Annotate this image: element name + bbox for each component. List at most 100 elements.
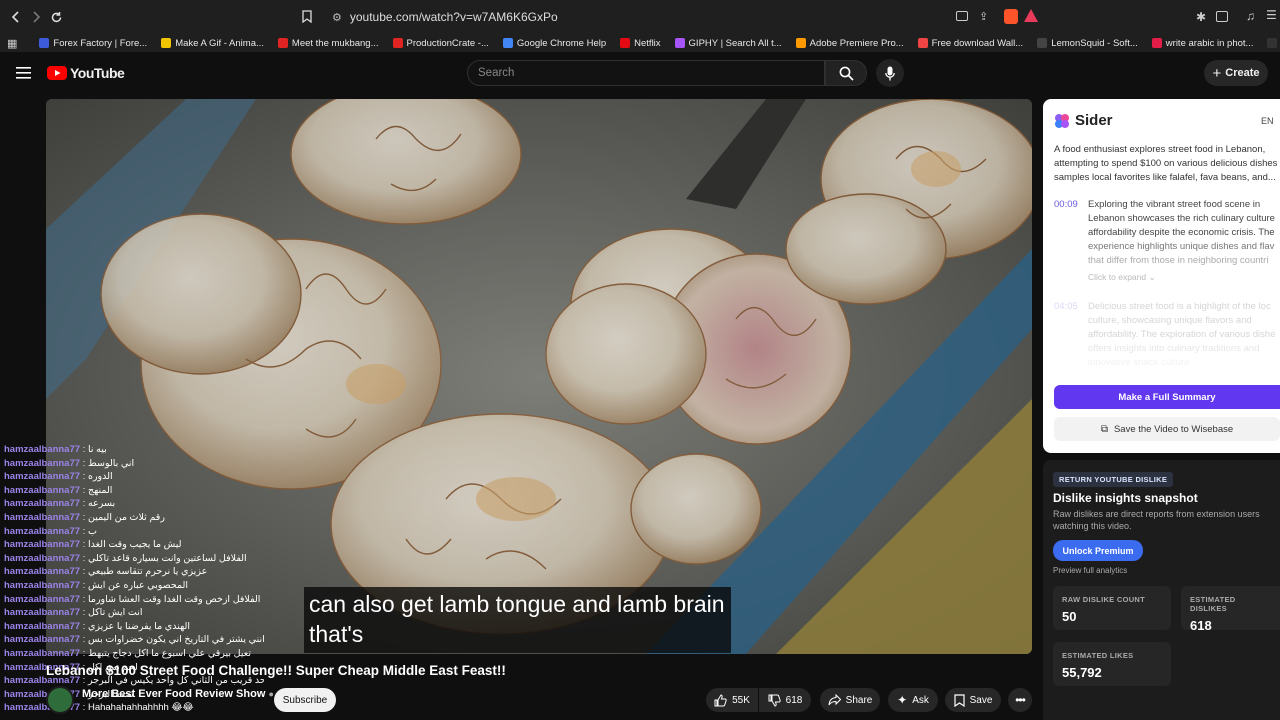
chat-message: hamzaalbanna77 : بيه نا bbox=[4, 443, 264, 457]
chat-username: hamzaalbanna77 bbox=[4, 552, 81, 564]
more-icon: ••• bbox=[1015, 693, 1026, 707]
chat-separator: : bbox=[80, 457, 88, 469]
chat-message: hamzaalbanna77 : عزيزي يا نرحرم تتقاسه ط… bbox=[4, 565, 264, 579]
channel-name[interactable]: More Best Ever Food Review Show ● bbox=[82, 688, 274, 700]
forward-icon[interactable] bbox=[26, 7, 46, 27]
save-icon bbox=[953, 693, 965, 707]
bookmark-item[interactable]: Netflix bbox=[620, 37, 661, 49]
bookmarks-bar: ▦ Forex Factory | Fore... Make A Gif - An… bbox=[0, 34, 1280, 52]
make-full-summary-button[interactable]: Make a Full Summary bbox=[1054, 385, 1280, 409]
language-selector[interactable]: EN bbox=[1261, 116, 1274, 126]
chat-separator: : bbox=[80, 525, 88, 537]
media-icon[interactable]: ♫ bbox=[1246, 9, 1255, 23]
search-icon bbox=[839, 66, 854, 81]
summary-line: samples local favorites like falafel, fa… bbox=[1054, 172, 1276, 183]
bookmark-favicon-icon bbox=[1151, 38, 1162, 48]
unlock-premium-button[interactable]: Unlock Premium bbox=[1053, 540, 1143, 561]
bookmark-label: GIPHY | Search All t... bbox=[688, 37, 782, 49]
chat-separator: : bbox=[80, 444, 88, 455]
chat-message: hamzaalbanna77 : الدوره bbox=[4, 470, 264, 484]
share-page-icon[interactable]: ⇪ bbox=[979, 10, 988, 23]
search-input[interactable]: Search bbox=[467, 60, 825, 86]
click-to-expand[interactable]: Click to expand ⌄ bbox=[1088, 270, 1280, 284]
youtube-play-icon bbox=[47, 66, 67, 80]
apps-icon[interactable]: ▦ bbox=[7, 37, 17, 50]
text-line: offers insights into culinary traditions… bbox=[1088, 343, 1260, 354]
preview-analytics-link[interactable]: Preview full analytics bbox=[1053, 566, 1127, 575]
text-line: Lebanon showcases the rich culinary cult… bbox=[1088, 213, 1275, 224]
share-button[interactable]: Share bbox=[820, 688, 880, 712]
bookmark-item[interactable]: ProductionCrate -... bbox=[392, 38, 489, 49]
estimated-dislikes-stat: ESTIMATED DISLIKES 618 bbox=[1181, 586, 1280, 633]
more-actions-button[interactable]: ••• bbox=[1008, 688, 1032, 712]
brave-rewards-icon[interactable] bbox=[1024, 9, 1038, 22]
bookmark-item[interactable]: MATESFX - Unlimite... bbox=[1267, 38, 1280, 49]
extensions-icon[interactable]: ✱ bbox=[1196, 10, 1206, 24]
url-text: youtube.com/watch?v=w7AM6K6GxPo bbox=[349, 10, 558, 24]
chat-separator: : bbox=[80, 566, 88, 578]
search-placeholder: Search bbox=[478, 67, 515, 79]
summary-item-1[interactable]: 00:09 Exploring the vibrant street food … bbox=[1054, 198, 1280, 288]
bookmark-item[interactable]: Google Chrome Help bbox=[502, 38, 606, 49]
channel-avatar[interactable] bbox=[46, 686, 74, 714]
bookmark-favicon-icon bbox=[1037, 38, 1048, 48]
voice-search-button[interactable] bbox=[876, 59, 904, 87]
search-button[interactable] bbox=[825, 60, 867, 86]
back-icon[interactable] bbox=[6, 7, 26, 27]
hamburger-menu-icon[interactable] bbox=[16, 66, 31, 84]
stat-value: 50 bbox=[1062, 609, 1077, 624]
chat-separator: : bbox=[80, 484, 88, 496]
bookmark-item[interactable]: Meet the mukbang... bbox=[277, 38, 379, 49]
bookmark-favicon-icon bbox=[795, 38, 806, 48]
chat-message: hamzaalbanna77 : ب bbox=[4, 525, 264, 539]
bookmark-label: Netflix bbox=[634, 37, 661, 49]
chat-message: hamzaalbanna77 : انت ايش تاكل bbox=[4, 606, 264, 620]
bookmark-item[interactable]: GIPHY | Search All t... bbox=[674, 37, 782, 49]
chat-separator: : bbox=[80, 471, 88, 483]
summary-line: attempting to spend $100 on various deli… bbox=[1054, 158, 1278, 169]
bookmark-item[interactable]: Make A Gif - Anima... bbox=[161, 38, 264, 49]
sidebar-toggle-icon[interactable] bbox=[1216, 11, 1228, 22]
summary-item-text: Exploring the vibrant street food scene … bbox=[1088, 198, 1280, 284]
stat-label: RAW DISLIKE COUNT bbox=[1062, 595, 1146, 604]
bookmark-favicon-icon bbox=[39, 38, 50, 48]
create-button[interactable]: + Create bbox=[1204, 60, 1268, 86]
chat-separator: : bbox=[80, 498, 88, 510]
sider-brand: Sider bbox=[1075, 112, 1113, 129]
chat-message: hamzaalbanna77 : الفلافل ازخص وقت الغدا … bbox=[4, 593, 264, 607]
chat-separator: : bbox=[80, 579, 88, 591]
save-to-wisebase-button[interactable]: ⧉ Save the Video to Wisebase bbox=[1054, 417, 1280, 441]
chat-text: الفلافل ازخص وقت الغدا وقت العشا شاورما bbox=[87, 593, 261, 605]
bookmark-item[interactable]: Adobe Premiere Pro... bbox=[795, 37, 904, 49]
bookmark-item[interactable]: write arabic in phot... bbox=[1151, 38, 1253, 49]
chat-separator: : bbox=[80, 620, 88, 632]
reload-icon[interactable] bbox=[46, 7, 66, 27]
bookmark-favicon-icon bbox=[161, 38, 172, 48]
address-bar[interactable]: ⚙ youtube.com/watch?v=w7AM6K6GxPo bbox=[322, 5, 1046, 29]
timestamp-link[interactable]: 00:09 bbox=[1054, 198, 1078, 212]
bookmark-item[interactable]: Forex Factory | Fore... bbox=[39, 38, 147, 49]
chat-text: تعيل بيرقي علي اسبوع ما اكل دجاج يتبهط bbox=[87, 647, 251, 659]
youtube-logo[interactable]: YouTube bbox=[47, 65, 125, 81]
chat-separator: : bbox=[80, 702, 88, 714]
ryd-panel: RETURN YOUTUBE DISLIKE Dislike insights … bbox=[1043, 460, 1280, 720]
dislike-button[interactable]: 618 bbox=[759, 688, 811, 712]
bookmark-item[interactable]: LemonSquid - Soft... bbox=[1037, 38, 1138, 49]
brave-shield-icon[interactable] bbox=[1004, 9, 1018, 24]
bookmark-label: Adobe Premiere Pro... bbox=[809, 37, 904, 49]
chat-text: انني يشتر في التاريخ اني يكون خضراوات بس bbox=[87, 634, 264, 646]
site-info-icon[interactable]: ⚙ bbox=[332, 11, 342, 24]
cast-icon[interactable] bbox=[956, 11, 968, 21]
timestamp-link[interactable]: 04:05 bbox=[1054, 300, 1078, 314]
like-button[interactable]: 55K bbox=[706, 688, 758, 712]
chat-text: عزيزي يا نرحرم تتقاسه طبيعي bbox=[87, 566, 208, 578]
summary-item-2[interactable]: 04:05 Delicious street food is a highlig… bbox=[1054, 300, 1280, 370]
ask-button[interactable]: ✦ Ask bbox=[888, 688, 938, 712]
save-button[interactable]: Save bbox=[945, 688, 1001, 712]
subscribe-button[interactable]: Subscribe bbox=[274, 688, 336, 712]
bookmark-item[interactable]: Free download Wall... bbox=[917, 38, 1023, 49]
bookmark-icon[interactable] bbox=[302, 10, 312, 28]
chat-text: اني بالوسط bbox=[87, 457, 135, 469]
ask-label: Ask bbox=[912, 694, 929, 706]
menu-icon[interactable]: ☰ bbox=[1266, 8, 1277, 22]
